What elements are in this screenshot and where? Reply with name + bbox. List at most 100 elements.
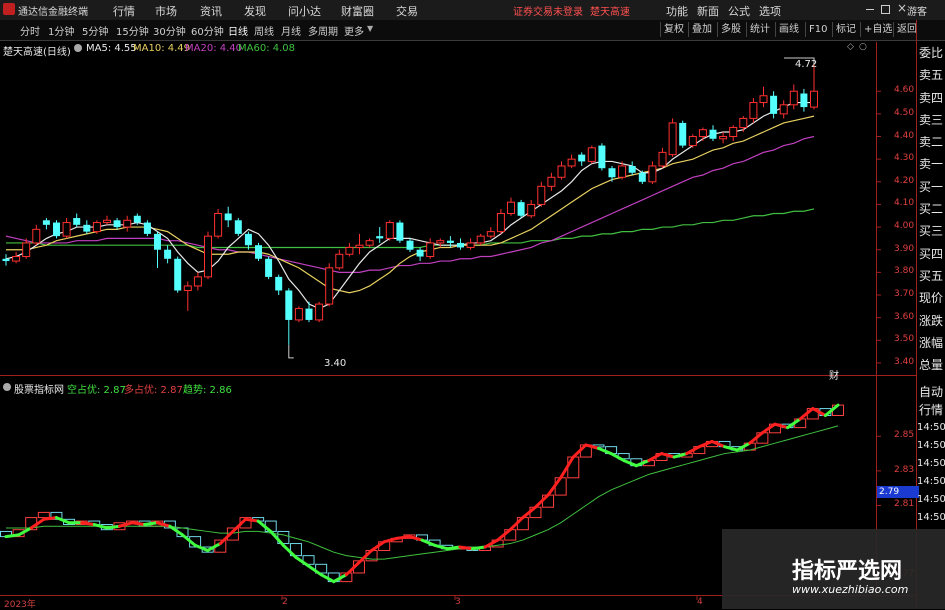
trend-line-segment: [92, 523, 109, 530]
candle-body: [255, 245, 262, 259]
candle-body: [345, 246, 354, 255]
trend-line-segment: [319, 573, 336, 584]
price-tick-label: 4.60: [894, 85, 915, 96]
candle-body: [638, 172, 646, 182]
time-sales-row[interactable]: 14:50: [917, 455, 945, 473]
price-chart[interactable]: [0, 0, 945, 609]
candle: [154, 231, 161, 268]
trend-line-segment: [559, 455, 575, 480]
candle-body: [376, 236, 384, 239]
financial-badge[interactable]: 财: [829, 367, 839, 382]
candle-body: [214, 213, 223, 237]
time-sales-row[interactable]: 行情: [917, 401, 945, 419]
order-book-row[interactable]: 涨幅: [917, 332, 945, 354]
candle-body: [164, 249, 172, 259]
order-book-row[interactable]: 涨跌: [917, 310, 945, 332]
order-book-row[interactable]: 总量: [917, 354, 945, 376]
price-tick-label: 4.20: [894, 175, 915, 186]
order-book-panel[interactable]: 委比 卖五 卖四 卖三 卖二 卖一 买一 买二 买三 买四 买五 现价 涨跌 涨幅 总量: [917, 42, 945, 376]
candle-body: [62, 222, 71, 237]
trend-line-segment: [332, 573, 348, 584]
price-tick-label: 3.40: [894, 356, 915, 367]
trend-line-segment: [17, 526, 33, 537]
candle-body: [416, 249, 424, 257]
time-sales-row[interactable]: 14:50: [917, 491, 945, 509]
candle-body: [183, 285, 192, 291]
order-book-row[interactable]: 买四: [917, 243, 945, 265]
trend-line-segment: [546, 476, 563, 497]
candle: [587, 145, 596, 164]
price-tick-label: 3.90: [894, 243, 915, 254]
order-book-row[interactable]: 委比: [917, 42, 945, 64]
candle-body: [688, 136, 697, 147]
x-label-apr: 4: [697, 597, 703, 607]
candle-body: [668, 122, 677, 156]
candle: [759, 86, 768, 108]
order-book-row[interactable]: 现价: [917, 287, 945, 309]
candle: [527, 199, 536, 219]
order-book-row[interactable]: 买二: [917, 198, 945, 220]
price-tick-label: 4.00: [894, 221, 915, 232]
candle: [53, 220, 60, 239]
candle: [507, 197, 515, 216]
trend-line-segment: [382, 536, 399, 544]
candle-body: [385, 222, 394, 239]
candle: [345, 242, 354, 257]
time-sales-panel[interactable]: 自动 行情 14:50 14:50 14:50 14:50 14:50 14:50: [917, 383, 945, 527]
indicator-title: 股票指标网: [14, 385, 64, 396]
order-book-row[interactable]: 卖二: [917, 131, 945, 153]
indicator-settings-icon[interactable]: [3, 383, 11, 391]
order-book-row[interactable]: 卖一: [917, 153, 945, 175]
order-book-row[interactable]: 买五: [917, 265, 945, 287]
candle-body: [457, 242, 464, 248]
candle: [285, 288, 293, 345]
candle: [537, 181, 546, 207]
candle-body: [719, 136, 728, 140]
candle-body: [517, 202, 525, 216]
candle: [83, 220, 91, 234]
watermark-url: www.xuezhibiao.com: [792, 583, 909, 596]
candle-body: [123, 219, 132, 228]
order-book-row[interactable]: 买一: [917, 176, 945, 198]
order-book-row[interactable]: 卖四: [917, 87, 945, 109]
ma5-line: [5, 101, 814, 310]
candle: [668, 118, 677, 157]
candle: [275, 274, 283, 296]
time-sales-row[interactable]: 14:50: [917, 437, 945, 455]
trend-line-segment: [231, 517, 248, 533]
time-sales-row[interactable]: 14:50: [917, 509, 945, 527]
candle: [325, 263, 334, 307]
candle: [385, 220, 394, 241]
candle: [103, 215, 111, 225]
candle-body: [446, 240, 454, 243]
candle-body: [547, 176, 556, 187]
trend-line-segment: [571, 443, 588, 459]
candle: [789, 84, 798, 110]
trend-line-segment: [433, 543, 449, 551]
candle-body: [22, 242, 31, 258]
time-sales-row[interactable]: 14:50: [917, 473, 945, 491]
order-book-row[interactable]: 卖三: [917, 109, 945, 131]
candle: [698, 127, 707, 142]
candle-body: [779, 104, 788, 115]
trend-line-segment: [622, 458, 638, 468]
candle-body: [729, 126, 738, 138]
candle: [113, 218, 121, 230]
order-book-row[interactable]: 卖五: [917, 64, 945, 86]
bear-dominance-label: 空占优: 2.87: [67, 385, 126, 396]
candle-body: [143, 222, 151, 234]
candle: [679, 120, 687, 148]
candle: [779, 100, 788, 119]
time-sales-row[interactable]: 14:50: [917, 419, 945, 437]
price-tick-label: 3.70: [894, 289, 915, 299]
candle: [406, 238, 414, 252]
time-sales-row[interactable]: 自动: [917, 383, 945, 401]
candle-body: [265, 258, 273, 277]
candle-body: [496, 213, 505, 233]
candle-body: [234, 220, 242, 234]
candle-body: [789, 90, 798, 106]
trend-line-segment: [660, 452, 676, 459]
order-book-row[interactable]: 买三: [917, 220, 945, 242]
watermark: 指标严选网 www.xuezhibiao.com: [722, 529, 945, 609]
candle: [12, 251, 21, 264]
